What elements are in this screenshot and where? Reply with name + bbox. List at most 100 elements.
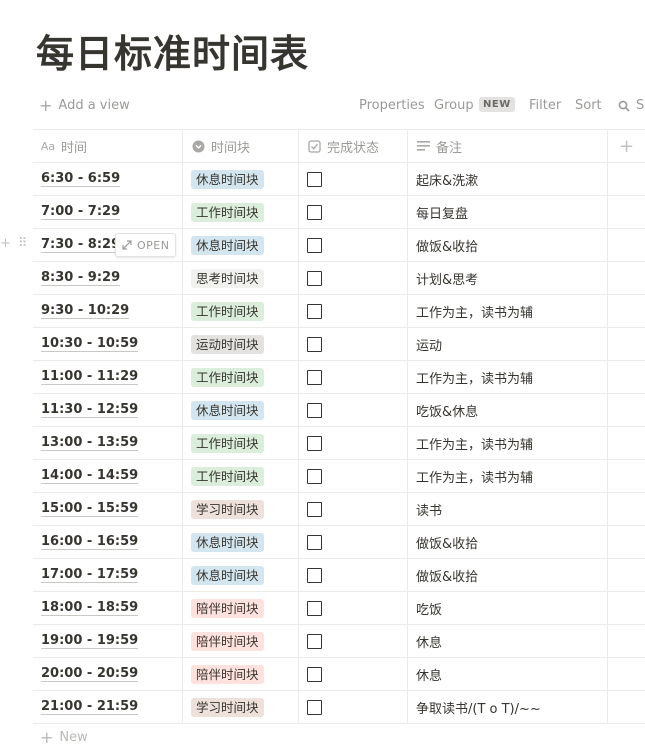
column-header-block[interactable]: 时间块 (183, 130, 299, 162)
drag-handle-icon[interactable]: ⠿ (18, 237, 28, 251)
table-row[interactable]: 11:30 - 12:59 休息时间块 吃饭&休息 (33, 394, 645, 427)
completion-checkbox[interactable] (307, 633, 322, 649)
column-header-time[interactable]: Aa 时间 (33, 130, 183, 162)
cell-note[interactable]: 休息 (408, 625, 608, 657)
group-button[interactable]: Group (434, 98, 474, 113)
completion-checkbox[interactable] (307, 402, 322, 418)
completion-checkbox[interactable] (307, 303, 322, 319)
sort-button[interactable]: Sort (575, 98, 602, 113)
cell-note[interactable]: 工作为主，读书为辅 (408, 361, 608, 393)
completion-checkbox[interactable] (307, 501, 322, 517)
table-row[interactable]: 19:00 - 19:59 陪伴时间块 休息 (33, 625, 645, 658)
cell-note[interactable]: 争取读书/(T o T)/~~ (408, 691, 608, 723)
table-row[interactable]: 8:30 - 9:29 思考时间块 计划&思考 (33, 262, 645, 295)
table-row[interactable]: 7:00 - 7:29 工作时间块 每日复盘 (33, 196, 645, 229)
cell-time[interactable]: 11:30 - 12:59 (33, 394, 183, 426)
cell-time[interactable]: 19:00 - 19:59 (33, 625, 183, 657)
filter-button[interactable]: Filter (529, 98, 561, 113)
cell-time[interactable]: 9:30 - 10:29 (33, 295, 183, 327)
completion-checkbox[interactable] (307, 567, 322, 583)
cell-time[interactable]: 18:00 - 18:59 (33, 592, 183, 624)
cell-time[interactable]: 8:30 - 9:29 (33, 262, 183, 294)
cell-note[interactable]: 吃饭 (408, 592, 608, 624)
table-row[interactable]: 11:00 - 11:29 工作时间块 工作为主，读书为辅 (33, 361, 645, 394)
cell-block[interactable]: 思考时间块 (183, 262, 299, 294)
cell-time[interactable]: 7:30 - 8:29 OPEN (33, 229, 183, 261)
add-view-button[interactable]: + Add a view (39, 97, 130, 113)
properties-button[interactable]: Properties (359, 98, 425, 113)
cell-block[interactable]: 休息时间块 (183, 526, 299, 558)
new-row-button[interactable]: + New (40, 729, 88, 745)
search-button[interactable]: S (618, 98, 644, 113)
cell-block[interactable]: 陪伴时间块 (183, 592, 299, 624)
cell-time[interactable]: 10:30 - 10:59 (33, 328, 183, 360)
cell-block[interactable]: 陪伴时间块 (183, 625, 299, 657)
completion-checkbox[interactable] (307, 336, 322, 352)
cell-block[interactable]: 休息时间块 (183, 394, 299, 426)
table-row[interactable]: 9:30 - 10:29 工作时间块 工作为主，读书为辅 (33, 295, 645, 328)
cell-block[interactable]: 休息时间块 (183, 559, 299, 591)
cell-block[interactable]: 工作时间块 (183, 295, 299, 327)
completion-checkbox[interactable] (307, 435, 322, 451)
cell-note[interactable]: 运动 (408, 328, 608, 360)
open-page-button[interactable]: OPEN (115, 233, 177, 257)
completion-checkbox[interactable] (307, 204, 322, 220)
column-header-note[interactable]: 备注 (408, 130, 608, 162)
completion-checkbox[interactable] (307, 666, 322, 682)
cell-time[interactable]: 20:00 - 20:59 (33, 658, 183, 690)
cell-note[interactable]: 读书 (408, 493, 608, 525)
cell-block[interactable]: 休息时间块 (183, 229, 299, 261)
cell-note[interactable]: 计划&思考 (408, 262, 608, 294)
cell-time[interactable]: 6:30 - 6:59 (33, 163, 183, 195)
cell-block[interactable]: 工作时间块 (183, 361, 299, 393)
table-row[interactable]: 16:00 - 16:59 休息时间块 做饭&收拾 (33, 526, 645, 559)
table-row[interactable]: 10:30 - 10:59 运动时间块 运动 (33, 328, 645, 361)
cell-time[interactable]: 16:00 - 16:59 (33, 526, 183, 558)
completion-checkbox[interactable] (307, 534, 322, 550)
cell-time[interactable]: 11:00 - 11:29 (33, 361, 183, 393)
cell-note[interactable]: 做饭&收拾 (408, 526, 608, 558)
table-row[interactable]: 21:00 - 21:59 学习时间块 争取读书/(T o T)/~~ (33, 691, 645, 724)
cell-block[interactable]: 工作时间块 (183, 196, 299, 228)
cell-time[interactable]: 13:00 - 13:59 (33, 427, 183, 459)
table-row[interactable]: 20:00 - 20:59 陪伴时间块 休息 (33, 658, 645, 691)
completion-checkbox[interactable] (307, 270, 322, 286)
table-row[interactable]: 13:00 - 13:59 工作时间块 工作为主，读书为辅 (33, 427, 645, 460)
table-row[interactable]: 17:00 - 17:59 休息时间块 做饭&收拾 (33, 559, 645, 592)
table-row[interactable]: 18:00 - 18:59 陪伴时间块 吃饭 (33, 592, 645, 625)
completion-checkbox[interactable] (307, 600, 322, 616)
cell-block[interactable]: 运动时间块 (183, 328, 299, 360)
cell-note[interactable]: 每日复盘 (408, 196, 608, 228)
cell-time[interactable]: 15:00 - 15:59 (33, 493, 183, 525)
cell-note[interactable]: 休息 (408, 658, 608, 690)
cell-note[interactable]: 做饭&收拾 (408, 229, 608, 261)
cell-block[interactable]: 工作时间块 (183, 460, 299, 492)
add-row-icon[interactable]: + (0, 237, 11, 251)
cell-note[interactable]: 工作为主，读书为辅 (408, 460, 608, 492)
completion-checkbox[interactable] (307, 468, 322, 484)
cell-block[interactable]: 休息时间块 (183, 163, 299, 195)
completion-checkbox[interactable] (307, 171, 322, 187)
cell-block[interactable]: 学习时间块 (183, 691, 299, 723)
completion-checkbox[interactable] (307, 699, 322, 715)
cell-time[interactable]: 14:00 - 14:59 (33, 460, 183, 492)
cell-note[interactable]: 做饭&收拾 (408, 559, 608, 591)
cell-time[interactable]: 21:00 - 21:59 (33, 691, 183, 723)
table-row[interactable]: 14:00 - 14:59 工作时间块 工作为主，读书为辅 (33, 460, 645, 493)
cell-block[interactable]: 陪伴时间块 (183, 658, 299, 690)
cell-block[interactable]: 学习时间块 (183, 493, 299, 525)
completion-checkbox[interactable] (307, 369, 322, 385)
table-row[interactable]: + ⠿ 7:30 - 8:29 OPEN 休息时间块 做饭&收拾 (0, 229, 645, 262)
completion-checkbox[interactable] (307, 237, 322, 253)
cell-note[interactable]: 工作为主，读书为辅 (408, 427, 608, 459)
table-row[interactable]: 6:30 - 6:59 休息时间块 起床&洗漱 (33, 163, 645, 196)
add-column-button[interactable]: + (608, 130, 645, 162)
cell-note[interactable]: 吃饭&休息 (408, 394, 608, 426)
cell-note[interactable]: 起床&洗漱 (408, 163, 608, 195)
cell-block[interactable]: 工作时间块 (183, 427, 299, 459)
column-header-status[interactable]: 完成状态 (299, 130, 408, 162)
cell-note[interactable]: 工作为主，读书为辅 (408, 295, 608, 327)
cell-time[interactable]: 7:00 - 7:29 (33, 196, 183, 228)
cell-time[interactable]: 17:00 - 17:59 (33, 559, 183, 591)
table-row[interactable]: 15:00 - 15:59 学习时间块 读书 (33, 493, 645, 526)
